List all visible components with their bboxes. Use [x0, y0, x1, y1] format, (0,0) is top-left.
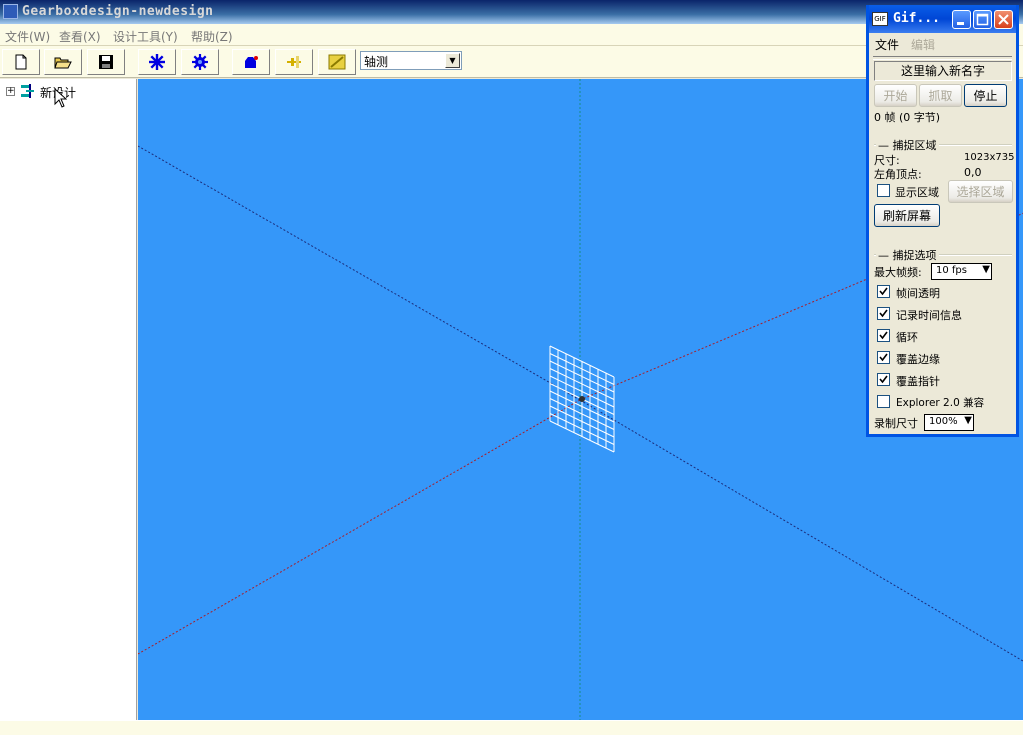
max-fps-value: 10 fps [936, 265, 967, 276]
gif-menu-divider [873, 56, 1012, 60]
stop-button[interactable]: 停止 [964, 84, 1007, 107]
open-file-button[interactable] [44, 49, 82, 75]
chevron-down-icon: ▼ [964, 415, 972, 426]
max-fps-label: 最大帧频: [874, 266, 922, 279]
axis-navy-line [138, 145, 581, 401]
option-label: 帧间透明 [896, 287, 940, 300]
checkmark-icon [879, 331, 888, 340]
gif-title-bar[interactable]: GIF Gif... [869, 5, 1016, 33]
gif-window-title: Gif... [893, 11, 940, 26]
axis-navy-line [579, 399, 1023, 662]
gif-app-icon: GIF [872, 12, 888, 26]
open-folder-icon [54, 57, 72, 69]
capture-options-title-text: 捕捉选项 [892, 249, 937, 262]
view-mode-select[interactable]: 轴测 ▼ [360, 51, 462, 70]
checkmark-icon [879, 375, 888, 384]
option-checkbox[interactable] [877, 373, 890, 386]
option-label: Explorer 2.0 兼容 [896, 397, 985, 409]
option-checkbox[interactable] [877, 285, 890, 298]
capture-options-title: — 捕捉选项 [876, 247, 939, 263]
origin-point [579, 396, 585, 402]
close-button[interactable] [994, 10, 1013, 29]
show-region-checkbox[interactable] [877, 184, 890, 197]
menu-help[interactable]: 帮助(Z) [191, 28, 233, 45]
menu-design-tools[interactable]: 设计工具(Y) [113, 28, 178, 45]
option-label: 覆盖指针 [896, 375, 940, 388]
option-label: 覆盖边缘 [896, 353, 940, 366]
menu-file[interactable]: 文件(W) [5, 28, 50, 45]
select-region-button[interactable]: 选择区域 [948, 180, 1013, 203]
option-label: 记录时间信息 [896, 309, 962, 322]
app-icon [3, 4, 18, 19]
gif-capture-window[interactable]: GIF Gif... 文件 编辑 这里输入新名字 开始 抓取 停止 0 帧 (0… [866, 5, 1019, 437]
gear-star-icon [149, 54, 165, 70]
mouse-cursor-icon [54, 88, 67, 108]
new-file-button[interactable] [2, 49, 40, 75]
option-checkbox[interactable] [877, 329, 890, 342]
shaft-icon [287, 56, 301, 68]
gear-wheel-icon [192, 54, 208, 70]
gear-design-button[interactable] [138, 49, 176, 75]
status-bar [0, 720, 1023, 735]
checkmark-icon [879, 309, 888, 318]
minimize-icon [957, 22, 964, 25]
menu-view[interactable]: 查看(X) [59, 28, 101, 45]
frame-info: 0 帧 (0 字节) [874, 111, 941, 124]
save-disk-icon [99, 55, 113, 69]
start-button[interactable]: 开始 [874, 84, 917, 107]
option-checkbox[interactable] [877, 307, 890, 320]
option-checkbox[interactable] [877, 351, 890, 364]
record-size-value: 100% [929, 416, 958, 427]
design-tree-panel[interactable] [0, 79, 137, 720]
option-label: 循环 [896, 331, 918, 344]
maximize-button[interactable] [973, 10, 992, 29]
gif-menu-edit[interactable]: 编辑 [911, 36, 935, 53]
checkmark-icon [879, 287, 888, 296]
chevron-down-icon: ▼ [982, 264, 990, 275]
maximize-icon [976, 13, 989, 26]
minimize-button[interactable] [952, 10, 971, 29]
corner-label: 左角顶点: [874, 168, 922, 181]
record-size-label: 录制尺寸 [874, 417, 918, 430]
shaft-button[interactable] [275, 49, 313, 75]
record-size-select[interactable]: 100% ▼ [924, 414, 974, 431]
refresh-screen-button[interactable]: 刷新屏幕 [874, 204, 940, 227]
corner-value: 0,0 [964, 166, 982, 179]
gif-name-field[interactable]: 这里输入新名字 [874, 61, 1012, 81]
gearbox-assembly-button[interactable] [232, 49, 270, 75]
capture-region-title-text: 捕捉区域 [892, 139, 937, 152]
grab-button[interactable]: 抓取 [919, 84, 962, 107]
checkmark-icon [879, 353, 888, 362]
max-fps-select[interactable]: 10 fps ▼ [931, 263, 992, 280]
gear-wheel-button[interactable] [181, 49, 219, 75]
parts-button[interactable] [318, 49, 356, 75]
save-button[interactable] [87, 49, 125, 75]
axis-red-line [138, 399, 581, 655]
capture-region-title: — 捕捉区域 [876, 137, 939, 153]
chevron-down-icon[interactable]: ▼ [445, 53, 460, 68]
window-title: Gearboxdesign-newdesign [22, 4, 214, 19]
view-mode-value: 轴测 [364, 55, 389, 69]
close-icon [998, 14, 1009, 25]
size-value: 1023x735 [964, 152, 1015, 163]
gearbox-node-icon [21, 84, 34, 98]
gif-menu-file[interactable]: 文件 [875, 36, 899, 53]
tree-expand-toggle[interactable]: + [6, 87, 15, 96]
show-region-label: 显示区域 [895, 186, 939, 199]
parts-icon [328, 54, 346, 70]
option-checkbox[interactable] [877, 395, 890, 408]
new-file-icon [15, 54, 27, 70]
gearbox-assembly-icon [245, 56, 258, 68]
